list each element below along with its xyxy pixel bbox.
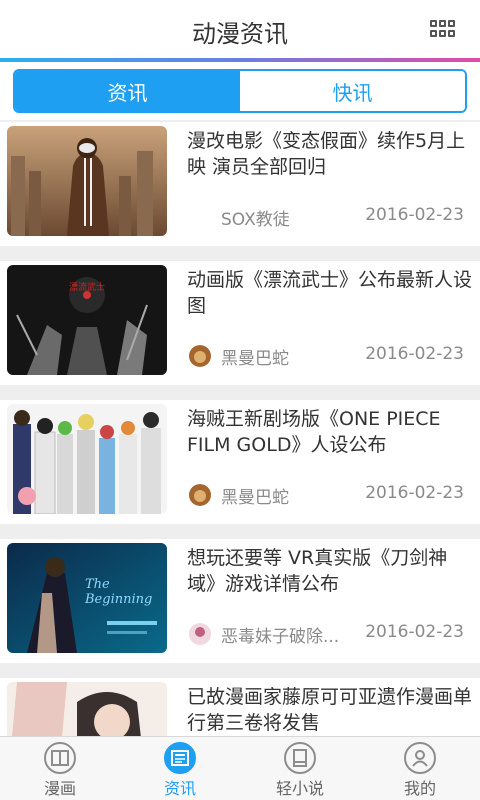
article-item[interactable]: The Beginning 想玩还要等 VR真实版《刀剑神域》游戏详情公布 恶毒… [0, 539, 480, 663]
book-icon [44, 742, 76, 774]
article-title: 海贼王新剧场版《ONE PIECE FILM GOLD》人设公布 [187, 408, 441, 456]
nav-label: 我的 [403, 779, 436, 798]
author-avatar [187, 623, 213, 645]
article-meta: 黑曼巴蛇 2016-02-23 [187, 482, 472, 508]
article-meta: 黑曼巴蛇 2016-02-23 [187, 343, 472, 369]
segmented-control: 资讯 快讯 [13, 69, 467, 113]
thumbnail-caption: 漂流武士 [69, 283, 106, 293]
app-root: 动漫资讯 资讯 快讯 漫改电影《变态假面》续作5月上映 演员全部回归 SOX教徒… [0, 0, 480, 800]
article-meta: SOX教徒 2016-02-23 [187, 204, 472, 230]
author-avatar [187, 345, 213, 367]
author-name: SOX教徒 [221, 210, 290, 230]
article-date: 2016-02-23 [365, 622, 464, 642]
article-item[interactable]: 海贼王新剧场版《ONE PIECE FILM GOLD》人设公布 黑曼巴蛇 20… [0, 400, 480, 524]
nav-label: 轻小说 [275, 779, 324, 798]
article-list: 漫改电影《变态假面》续作5月上映 演员全部回归 SOX教徒 2016-02-23 [0, 122, 480, 736]
author-avatar [187, 484, 213, 506]
article-date: 2016-02-23 [365, 483, 464, 503]
tab-news[interactable]: 资讯 [15, 71, 240, 111]
top-bar: 动漫资讯 [0, 0, 480, 58]
nav-item-light-novel[interactable]: 轻小说 [240, 737, 360, 800]
grid-icon[interactable] [430, 20, 456, 40]
article-title: 漫改电影《变态假面》续作5月上映 演员全部回归 [187, 130, 466, 178]
article-item[interactable]: 漫改电影《变态假面》续作5月上映 演员全部回归 SOX教徒 2016-02-23 [0, 122, 480, 246]
tab-flash-news[interactable]: 快讯 [240, 71, 465, 111]
article-thumbnail [7, 682, 167, 736]
user-icon [404, 742, 436, 774]
author-name: 黑曼巴蛇 [221, 349, 289, 369]
news-icon [164, 742, 196, 774]
tab-bar: 资讯 快讯 [0, 62, 480, 120]
article-thumbnail: The Beginning [7, 543, 167, 653]
novel-icon [284, 742, 316, 774]
article-thumbnail [7, 404, 167, 514]
article-thumbnail [7, 126, 167, 236]
bottom-nav: 漫画 资讯 轻小说 我的 [0, 736, 480, 800]
article-date: 2016-02-23 [365, 344, 464, 364]
thumbnail-caption: The Beginning [85, 577, 153, 607]
nav-label: 漫画 [43, 779, 76, 798]
article-item[interactable]: 已故漫画家藤原可可亚遗作漫画单行第三卷将发售 [0, 678, 480, 736]
article-item[interactable]: 漂流武士 动画版《漂流武士》公布最新人设图 黑曼巴蛇 2016-02-23 [0, 261, 480, 385]
article-title: 动画版《漂流武士》公布最新人设图 [187, 269, 473, 317]
nav-item-news[interactable]: 资讯 [120, 737, 240, 800]
nav-label: 资讯 [163, 779, 196, 798]
page-title: 动漫资讯 [192, 20, 288, 48]
article-date: 2016-02-23 [365, 205, 464, 225]
article-meta: 恶毒妹子破除... 2016-02-23 [187, 621, 472, 647]
nav-item-mine[interactable]: 我的 [360, 737, 480, 800]
article-thumbnail: 漂流武士 [7, 265, 167, 375]
author-name: 黑曼巴蛇 [221, 488, 289, 508]
author-name: 恶毒妹子破除... [221, 627, 340, 647]
nav-item-comics[interactable]: 漫画 [0, 737, 120, 800]
article-title: 已故漫画家藤原可可亚遗作漫画单行第三卷将发售 [187, 686, 473, 734]
article-title: 想玩还要等 VR真实版《刀剑神域》游戏详情公布 [187, 547, 448, 595]
